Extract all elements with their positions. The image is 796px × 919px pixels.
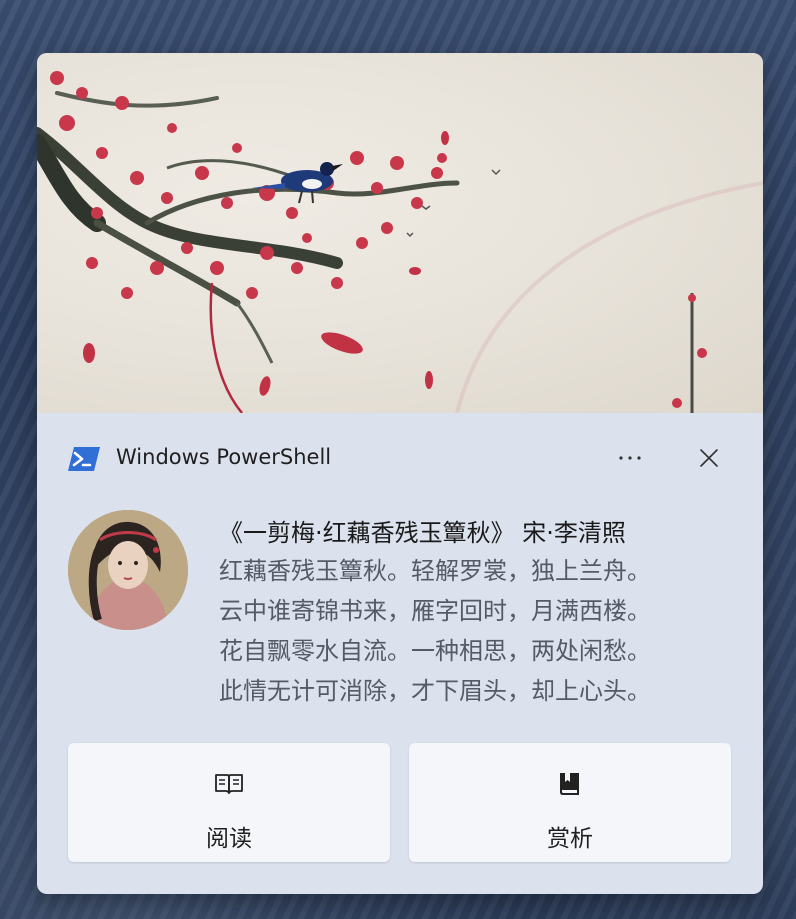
toast-notification[interactable]: Windows PowerShell 《一剪梅·红藕香残玉簟秋》 宋·李清照 红… [37, 53, 763, 894]
powershell-icon [68, 447, 100, 471]
ellipsis-icon [619, 456, 641, 460]
action-bar: 阅读 赏析 [68, 743, 731, 862]
poem-line: 红藕香残玉簟秋。轻解罗裳，独上兰舟。 [219, 557, 651, 585]
appreciation-button[interactable]: 赏析 [409, 743, 731, 862]
avatar [68, 510, 188, 630]
poem-content: 《一剪梅·红藕香残玉簟秋》 宋·李清照 红藕香残玉簟秋。轻解罗裳，独上兰舟。 云… [219, 515, 739, 711]
portrait-image [68, 510, 188, 630]
plum-blossom-painting [37, 71, 763, 413]
appreciation-button-label: 赏析 [547, 826, 593, 852]
app-name: Windows PowerShell [116, 445, 332, 469]
closed-book-icon [555, 771, 585, 797]
close-button[interactable] [691, 442, 727, 474]
poem-title: 《一剪梅·红藕香残玉簟秋》 宋·李清照 [219, 519, 626, 547]
read-button[interactable]: 阅读 [68, 743, 390, 862]
poem-line: 云中谁寄锦书来，雁字回时，月满西楼。 [219, 597, 651, 625]
open-book-icon [214, 771, 244, 797]
close-icon [700, 449, 718, 467]
read-button-label: 阅读 [206, 826, 252, 852]
poem-line: 花自飘零水自流。一种相思，两处闲愁。 [219, 637, 651, 665]
toast-header: Windows PowerShell [37, 413, 763, 493]
hero-image [37, 53, 763, 413]
poem-line: 此情无计可消除，才下眉头，却上心头。 [219, 677, 651, 705]
more-options-button[interactable] [612, 443, 648, 473]
